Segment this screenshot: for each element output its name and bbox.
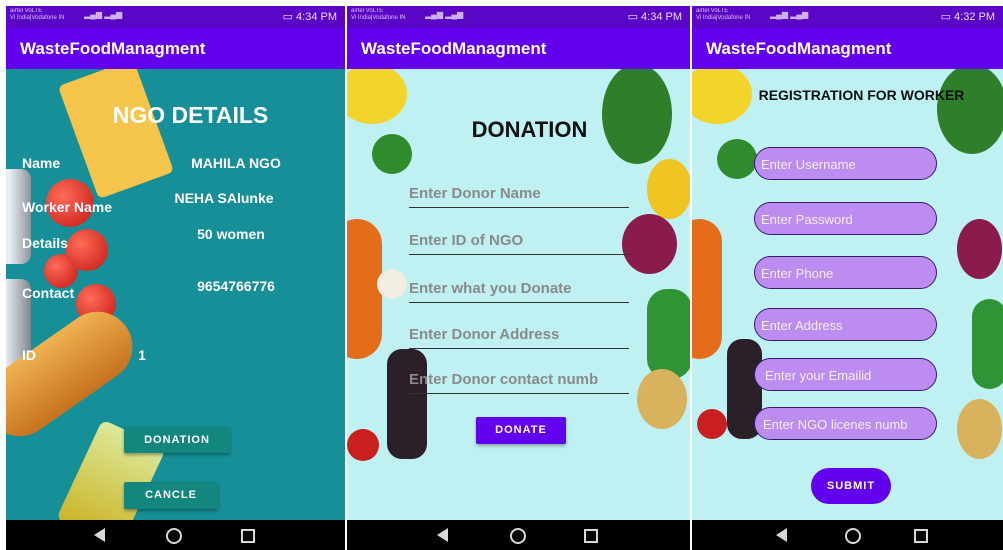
home-icon[interactable] [845,528,861,544]
carrier-text: airtel VoLTE Vi India|Vodafone IN [10,8,65,21]
status-bar: airtel VoLTE Vi India|Vodafone IN ▂▄▆ ▂▄… [347,6,690,28]
page-title: DONATION [471,117,588,142]
cancel-button[interactable]: CANCLE [124,482,218,509]
password-input[interactable]: Enter Password [754,202,937,235]
address-input[interactable]: Enter Address [754,308,937,341]
recents-icon[interactable] [584,529,598,543]
clock: 4:34 PM [296,11,337,23]
tomato-image [66,229,108,271]
donation-content: DONATION Enter Donor Name Enter ID of NG… [347,69,690,520]
onion-image [957,219,1002,279]
clock: 4:34 PM [641,11,682,23]
label-contact: Contact [22,285,75,301]
banana-image [347,69,407,124]
registration-content: REGISTRATION FOR WORKER Enter Username E… [692,69,1003,520]
submit-button[interactable]: SUBMIT [811,468,891,504]
ngo-details-content: NGO DETAILS Name Worker Name Details Con… [6,69,345,520]
value-worker-name: NEHA SAlunke [174,190,274,206]
tomato-image [347,429,379,461]
email-input[interactable]: Enter your Emailid [754,358,937,391]
phone-screen-registration: airtel VoLTE Vi India|Vodafone IN ▂▄▆ ▂▄… [692,6,1003,550]
phone-screen-donation: airtel VoLTE Vi India|Vodafone IN ▂▄▆ ▂▄… [347,6,690,550]
navigation-bar [692,520,1003,550]
home-icon[interactable] [510,528,526,544]
greens-image [937,69,1003,154]
back-icon[interactable] [94,528,105,542]
phone-screen-ngo-details: airtel VoLTE Vi India|Vodafone IN ▂▄▆ ▂▄… [6,6,345,550]
label-worker-name: Worker Name [22,199,113,215]
label-name: Name [22,155,61,171]
beans-image [387,349,427,459]
donation-button[interactable]: DONATION [124,427,230,453]
status-bar: airtel VoLTE Vi India|Vodafone IN ▂▄▆ ▂▄… [6,6,345,28]
tomato-image [697,409,727,439]
mushroom-image [377,269,407,299]
ngo-license-input[interactable]: Enter NGO licenes numb [754,407,937,440]
potato-image [957,399,1002,459]
app-title: WasteFoodManagment [6,28,345,69]
recents-icon[interactable] [241,529,255,543]
battery-icon: ▭ [940,11,951,23]
donate-button[interactable]: DONATE [476,417,566,444]
broccoli-image [717,139,757,179]
label-details: Details [22,235,68,251]
value-contact: 9654766776 [197,278,275,294]
donor-name-input[interactable]: Enter Donor Name [409,185,629,208]
value-name: MAHILA NGO [191,155,281,171]
home-icon[interactable] [166,528,182,544]
carrot-image [692,219,722,359]
app-title: WasteFoodManagment [347,28,690,69]
onion-image [622,214,677,274]
carrier-text: airtel VoLTE Vi India|Vodafone IN [351,8,406,21]
signal-icon: ▂▄▆ ▂▄▆ [84,10,123,19]
potato-image [637,369,687,429]
clock: 4:32 PM [954,11,995,23]
phone-input[interactable]: Enter Phone [754,256,937,289]
donor-contact-input[interactable]: Enter Donor contact numb [409,371,629,394]
carrier-text: airtel VoLTE Vi India|Vodafone IN [696,8,751,21]
signal-icon: ▂▄▆ ▂▄▆ [425,10,464,19]
value-id: 1 [138,347,146,363]
ngo-id-input[interactable]: Enter ID of NGO [409,232,629,255]
battery-icon: ▭ [282,11,293,23]
page-title: NGO DETAILS [112,102,269,128]
signal-icon: ▂▄▆ ▂▄▆ [770,10,809,19]
value-details: 50 women [197,226,265,242]
navigation-bar [6,520,345,550]
cucumber-image [647,289,690,379]
carrot-image [347,219,382,359]
battery-icon: ▭ [627,11,638,23]
donor-address-input[interactable]: Enter Donor Address [409,326,629,349]
username-input[interactable]: Enter Username [754,147,937,180]
donation-item-input[interactable]: Enter what you Donate [409,280,629,303]
navigation-bar [347,520,690,550]
back-icon[interactable] [776,528,787,542]
pepper-image [647,159,690,219]
cucumber-image [972,299,1003,389]
label-id: ID [22,347,36,363]
status-bar: airtel VoLTE Vi India|Vodafone IN ▂▄▆ ▂▄… [692,6,1003,28]
recents-icon[interactable] [914,529,928,543]
page-title: REGISTRATION FOR WORKER [758,87,965,103]
app-title: WasteFoodManagment [692,28,1003,69]
back-icon[interactable] [437,528,448,542]
